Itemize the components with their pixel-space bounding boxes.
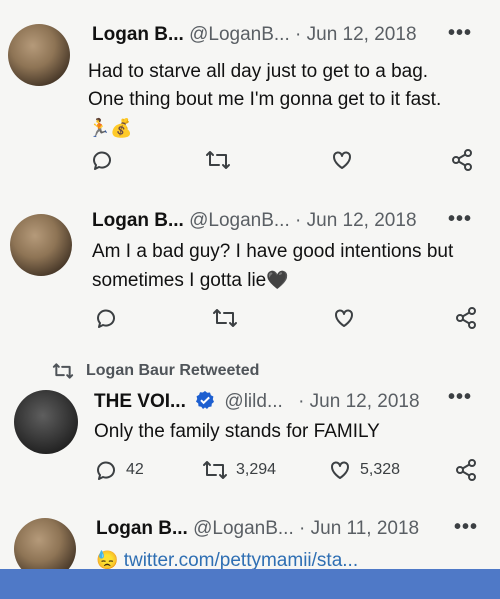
tweet-header: Logan B... @LoganB... · Jun 12, 2018 (92, 24, 417, 46)
author-handle[interactable]: @LoganB... (193, 518, 294, 539)
more-options-icon[interactable]: ••• (448, 22, 472, 45)
tweet-text: Had to starve all day just to get to a b… (88, 58, 488, 142)
avatar[interactable] (10, 214, 72, 276)
share-icon (456, 459, 476, 481)
tweet-header: Logan B... @LoganB... · Jun 11, 2018 (96, 518, 419, 540)
author-name[interactable]: Logan B... (96, 518, 188, 539)
retweet-icon (203, 461, 227, 479)
share-button[interactable] (450, 148, 474, 172)
more-options-icon[interactable]: ••• (448, 208, 472, 231)
retweeted-by-text[interactable]: Logan Baur Retweeted (86, 362, 259, 380)
retweet-button[interactable] (212, 306, 238, 330)
tweet-text-line: Only the family stands for FAMILY (94, 421, 380, 442)
tweet-actions: 42 3,294 5,328 (94, 458, 484, 488)
tweet-actions (90, 306, 480, 336)
retweeted-by-label[interactable]: Logan Baur Retweeted (52, 361, 259, 381)
retweet-button[interactable] (205, 148, 231, 172)
author-name[interactable]: Logan B... (92, 24, 184, 45)
reply-icon (97, 461, 115, 480)
reply-button[interactable]: 42 (94, 458, 144, 482)
reply-button[interactable] (94, 306, 118, 330)
share-button[interactable] (454, 306, 478, 330)
retweet-button[interactable]: 3,294 (202, 458, 276, 482)
reply-button[interactable] (90, 148, 114, 172)
retweet-icon (52, 363, 74, 379)
author-name[interactable]: Logan B... (92, 210, 184, 231)
retweet-count: 3,294 (236, 461, 277, 478)
author-handle[interactable]: @LoganB... (189, 24, 290, 45)
more-options-icon[interactable]: ••• (454, 516, 478, 539)
tweet-text-line: One thing bout me I'm gonna get to it fa… (88, 89, 442, 110)
sweat-emoji: 😓 (96, 550, 119, 570)
verified-badge-icon (196, 391, 215, 409)
more-options-icon[interactable]: ••• (448, 386, 472, 409)
heart-icon (331, 461, 349, 479)
author-name[interactable]: THE VOI... (94, 391, 186, 412)
like-button[interactable] (330, 148, 354, 172)
tweet-header: THE VOI... @lild... · Jun 12, 2018 (94, 390, 420, 413)
bottom-bar (0, 569, 500, 599)
reply-icon (93, 151, 111, 170)
share-button[interactable] (454, 458, 478, 482)
avatar[interactable] (8, 24, 70, 86)
tweet-text-line: Had to starve all day just to get to a b… (88, 61, 429, 82)
share-icon (452, 149, 472, 171)
like-count: 5,328 (360, 461, 401, 478)
like-button[interactable] (332, 306, 356, 330)
retweet-icon (206, 151, 230, 169)
tweet-text-line: Am I a bad guy? I have good intentions b… (92, 241, 454, 262)
tweet-date[interactable]: · Jun 11, 2018 (299, 518, 419, 539)
tweet-date[interactable]: · Jun 12, 2018 (295, 24, 416, 45)
tweet-link[interactable]: twitter.com/pettymamii/sta... (124, 550, 358, 571)
like-button[interactable]: 5,328 (328, 458, 400, 482)
reply-icon (97, 309, 115, 328)
black-heart-emoji: 🖤 (266, 270, 289, 290)
heart-icon (335, 309, 353, 327)
author-handle[interactable]: @LoganB... (189, 210, 290, 231)
tweet-text-line: sometimes I gotta lie🖤 (92, 270, 289, 291)
author-handle[interactable]: @lild... (224, 391, 282, 412)
tweet-date[interactable]: · Jun 12, 2018 (298, 391, 419, 412)
tweet-header: Logan B... @LoganB... · Jun 12, 2018 (92, 210, 417, 232)
avatar[interactable] (14, 390, 78, 454)
retweet-icon (213, 309, 237, 327)
tweet-text: Am I a bad guy? I have good intentions b… (92, 238, 492, 295)
share-icon (456, 307, 476, 329)
heart-icon (333, 151, 351, 169)
tweet-date[interactable]: · Jun 12, 2018 (295, 210, 416, 231)
tweet-actions (90, 148, 480, 178)
tweet-text: Only the family stands for FAMILY (94, 418, 494, 446)
tweet-emojis: 🏃💰 (88, 118, 133, 138)
reply-count: 42 (126, 461, 144, 478)
